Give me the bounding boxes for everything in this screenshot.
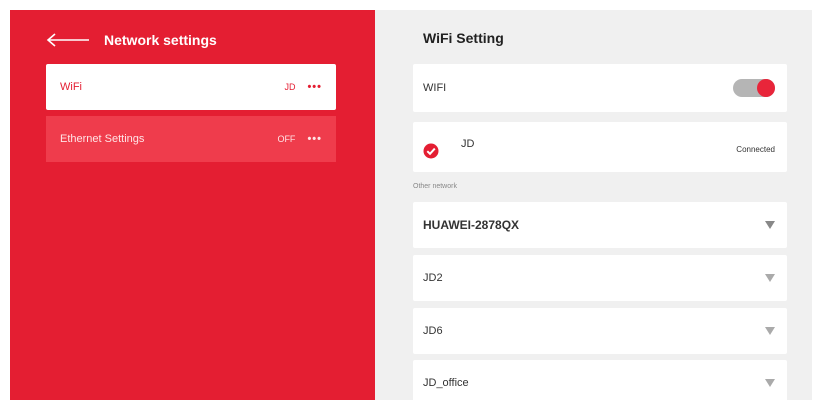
- sidebar-item-value: JD: [284, 82, 296, 92]
- network-row-huawei[interactable]: HUAWEI-2878QX: [413, 202, 787, 248]
- header: Network settings: [46, 28, 217, 52]
- network-row-jd-office[interactable]: JD_office: [413, 360, 787, 400]
- network-row-jd6[interactable]: JD6: [413, 308, 787, 354]
- network-name: JD6: [423, 325, 443, 337]
- toggle-knob: [757, 79, 775, 97]
- more-dots-icon[interactable]: •••: [307, 133, 322, 145]
- sidebar-item-ethernet[interactable]: Ethernet Settings OFF •••: [46, 116, 336, 162]
- check-circle-icon: [423, 143, 439, 159]
- more-dots-icon[interactable]: •••: [307, 81, 322, 93]
- wifi-signal-icon: [765, 379, 775, 387]
- connected-network-name: JD: [461, 138, 475, 150]
- sidebar-item-value: OFF: [277, 134, 296, 144]
- wifi-toggle-row: WIFI: [413, 64, 787, 112]
- network-row-jd2[interactable]: JD2: [413, 255, 787, 301]
- connection-status: Connected: [736, 144, 775, 154]
- wifi-signal-icon: [765, 221, 775, 229]
- wifi-settings-panel: WiFi Setting WIFI JD Connected Other net…: [375, 10, 812, 400]
- other-network-label: Other network: [413, 183, 457, 190]
- wifi-toggle-label: WIFI: [423, 82, 447, 94]
- back-arrow-icon[interactable]: [46, 32, 90, 48]
- connected-network-row[interactable]: JD Connected: [413, 122, 787, 172]
- network-name: JD2: [423, 272, 443, 284]
- sidebar-item-label: Ethernet Settings: [60, 133, 145, 145]
- page-title: Network settings: [104, 32, 217, 48]
- wifi-signal-icon: [765, 327, 775, 335]
- wifi-signal-icon: [765, 274, 775, 282]
- sidebar-item-label: WiFi: [60, 81, 82, 93]
- network-name: HUAWEI-2878QX: [423, 218, 520, 232]
- sidebar-item-wifi[interactable]: WiFi JD •••: [46, 64, 336, 110]
- network-name: JD_office: [423, 377, 469, 389]
- wifi-toggle[interactable]: [733, 79, 775, 97]
- network-settings-panel: Network settings WiFi JD ••• Ethernet Se…: [10, 10, 375, 400]
- section-title: WiFi Setting: [423, 30, 504, 46]
